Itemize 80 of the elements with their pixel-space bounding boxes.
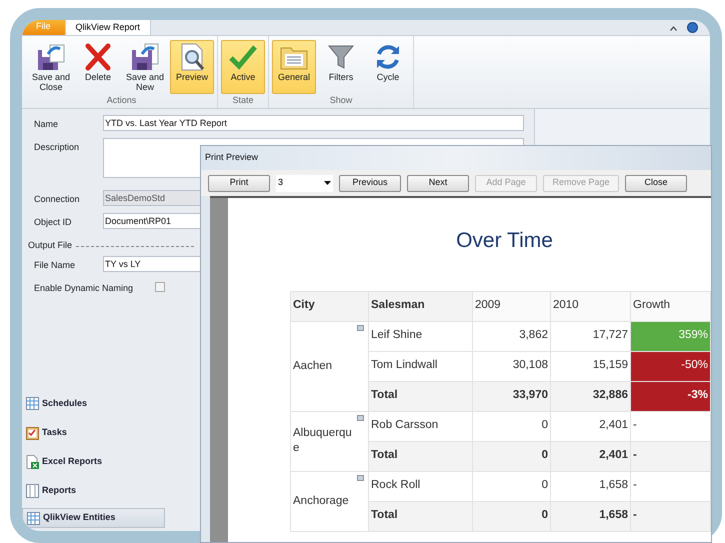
table-cell: 2,401 — [550, 441, 630, 471]
table-cell: -50% — [630, 351, 710, 381]
ribbon-group-label: Actions — [106, 94, 138, 107]
column-header: City — [290, 291, 368, 321]
document-icon — [26, 484, 39, 498]
ribbon-group-label: State — [231, 94, 254, 107]
ribbon-button[interactable]: Delete — [76, 40, 120, 94]
column-header: Growth — [630, 291, 710, 321]
table-cell: 2,401 — [550, 411, 630, 441]
table-cell: 33,970 — [472, 381, 550, 411]
dropdown-arrow-icon[interactable] — [324, 181, 331, 185]
collapse-icon[interactable] — [357, 414, 364, 420]
grid-icon — [27, 512, 40, 524]
table-cell: Rob Carsson — [368, 411, 472, 441]
table-cell: - — [630, 471, 710, 501]
table-cell: - — [630, 411, 710, 441]
table-cell: 0 — [472, 471, 550, 501]
ribbon-group-label: Show — [328, 94, 354, 107]
grid-icon — [26, 397, 39, 410]
navigation-item[interactable]: Tasks — [22, 418, 165, 447]
field-label: Enable Dynamic Naming — [34, 282, 134, 295]
ribbon-button[interactable]: Cycle — [366, 40, 410, 94]
field-label: File Name — [34, 259, 76, 272]
window-title: Print Preview — [205, 151, 258, 164]
text-field[interactable]: YTD vs. Last Year YTD Report — [103, 115, 524, 131]
table-cell: Total — [368, 501, 472, 531]
table-cell: 359% — [630, 321, 710, 351]
navigation-item[interactable]: Schedules — [22, 389, 165, 418]
table-cell: 1,658 — [550, 501, 630, 531]
report-title: Over Time — [456, 228, 553, 254]
checkbox[interactable] — [155, 282, 165, 292]
table-cell: Tom Lindwall — [368, 351, 472, 381]
section-label: Output File — [28, 239, 72, 252]
table-cell: -3% — [630, 381, 710, 411]
toolbar-button[interactable]: Print — [208, 174, 270, 192]
table-cell: 30,108 — [472, 351, 550, 381]
column-header: 2009 — [472, 291, 550, 321]
spreadsheet-icon — [26, 454, 39, 468]
field-label: Connection — [34, 193, 81, 206]
table-cell: Total — [368, 381, 472, 411]
table-cell: 3,862 — [472, 321, 550, 351]
field-label: Description — [34, 141, 80, 154]
ribbon-button[interactable]: Save and Close — [29, 40, 73, 94]
navigation-item[interactable]: QlikView Entities — [22, 508, 165, 528]
floppy-disk-icon — [36, 42, 66, 72]
toolbar-button[interactable]: Next — [407, 174, 469, 192]
navigation-item[interactable]: Reports — [22, 476, 165, 505]
ribbon-button[interactable]: Active — [221, 40, 265, 94]
toolbar-button[interactable]: Close — [625, 174, 687, 192]
table-cell-text: Anchorage — [293, 494, 350, 508]
ribbon-button[interactable]: Preview — [170, 40, 214, 94]
table-cell: 0 — [472, 441, 550, 471]
table-cell: 0 — [472, 411, 550, 441]
floppy-disk-icon — [130, 42, 160, 72]
collapse-icon[interactable] — [357, 474, 364, 480]
table-cell-text: Aachen — [293, 358, 334, 374]
ribbon-tab[interactable]: QlikView Report — [64, 20, 151, 35]
ribbon-button[interactable]: Filters — [319, 40, 363, 94]
help-icon[interactable] — [687, 22, 698, 33]
table-cell: - — [630, 501, 710, 531]
collapse-icon[interactable] — [357, 324, 364, 330]
table-cell: 1,658 — [550, 471, 630, 501]
collapse-ribbon-icon[interactable] — [670, 26, 677, 31]
ribbon-button[interactable]: General — [272, 40, 316, 94]
table-cell: 0 — [472, 501, 550, 531]
column-header: 2010 — [550, 291, 630, 321]
field-label: Object ID — [34, 216, 73, 229]
cross-icon — [83, 42, 113, 72]
navigation-item[interactable]: Excel Reports — [22, 447, 165, 476]
table-cell: Rock Roll — [368, 471, 472, 501]
toolbar-button[interactable]: Previous — [339, 174, 401, 192]
table-cell: - — [630, 441, 710, 471]
ribbon-button[interactable]: Save and New — [123, 40, 167, 94]
column-header: Salesman — [368, 291, 472, 321]
field-label: Name — [34, 118, 60, 131]
table-cell: Leif Shine — [368, 321, 472, 351]
clipboard-icon — [26, 426, 39, 440]
table-cell: Total — [368, 441, 472, 471]
table-cell-text: Albuquerque — [293, 426, 353, 456]
page-dropdown[interactable]: 3 — [276, 174, 333, 192]
